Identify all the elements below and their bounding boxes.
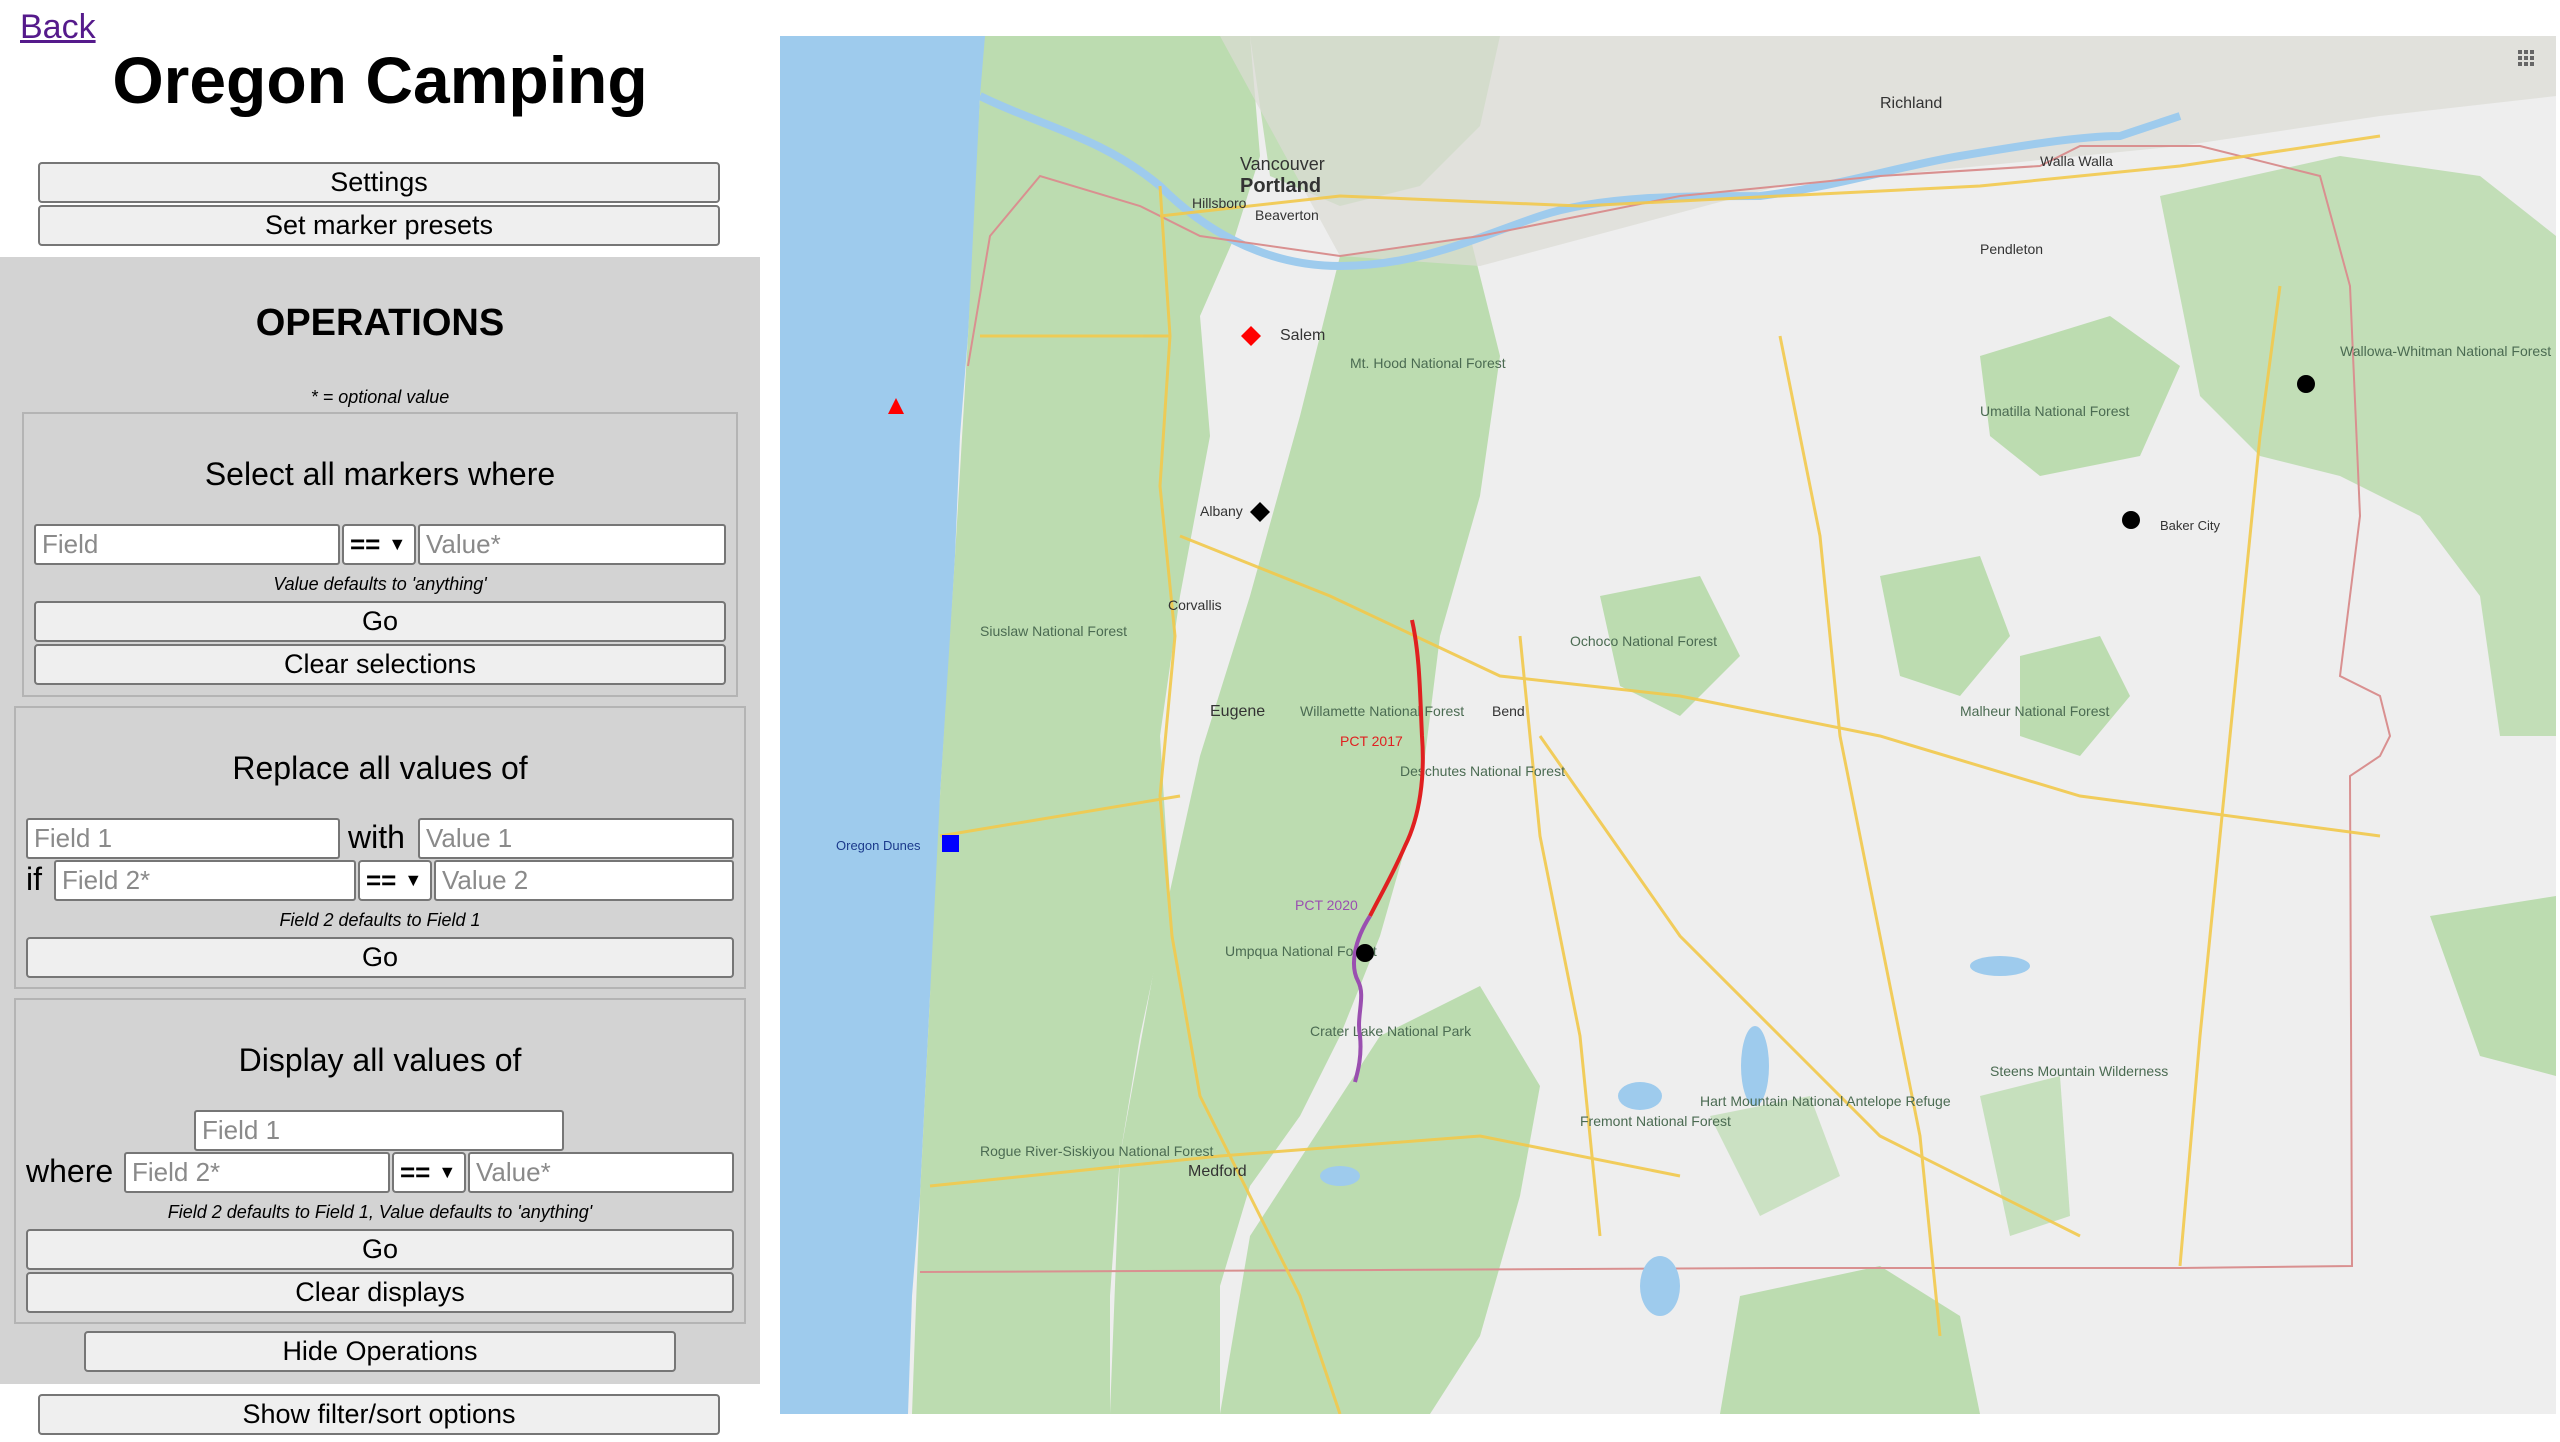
operations-title: OPERATIONS (255, 302, 505, 344)
label-corvallis: Corvallis (1168, 597, 1222, 613)
label-portland: Portland (1240, 175, 1321, 197)
clear-displays-button[interactable]: Clear displays (26, 1272, 734, 1313)
select-go-button[interactable]: Go (34, 601, 726, 642)
select-note: Value defaults to 'anything' (273, 574, 487, 594)
label-deschutes: Deschutes National Forest (1400, 763, 1565, 779)
oregon-dunes-label: Oregon Dunes (836, 838, 921, 853)
where-label: where (26, 1153, 114, 1189)
select-value-input[interactable] (418, 524, 726, 565)
label-crater-lake: Crater Lake National Park (1310, 1023, 1472, 1039)
replace-value2-input[interactable] (434, 860, 734, 901)
display-field1-input[interactable] (194, 1110, 564, 1151)
label-salem: Salem (1280, 327, 1325, 344)
label-umatilla: Umatilla National Forest (1980, 403, 2129, 419)
label-beaverton: Beaverton (1255, 207, 1319, 223)
replace-note: Field 2 defaults to Field 1 (279, 910, 481, 930)
replace-operator-dropdown[interactable]: == ▼ (358, 860, 432, 901)
with-label: with (348, 819, 405, 855)
set-marker-presets-button[interactable]: Set marker presets (38, 205, 720, 246)
chevron-down-icon: ▼ (388, 534, 407, 554)
label-willamette: Willamette National Forest (1300, 703, 1464, 719)
label-vancouver: Vancouver (1240, 154, 1325, 174)
display-value-input[interactable] (468, 1152, 734, 1193)
pct-2017-label: PCT 2017 (1340, 733, 1403, 749)
select-field-input[interactable] (34, 524, 340, 565)
marker-blue-square[interactable] (942, 835, 959, 852)
marker-black-circle-2[interactable] (2122, 511, 2140, 529)
replace-field2-input[interactable] (54, 860, 356, 901)
replace-field1-input[interactable] (26, 818, 340, 859)
marker-black-circle-1[interactable] (2297, 375, 2315, 393)
sidebar: Back Oregon Camping Settings Set marker … (0, 0, 770, 1442)
label-pendleton: Pendleton (1980, 241, 2043, 257)
display-go-button[interactable]: Go (26, 1229, 734, 1270)
chevron-down-icon: ▼ (438, 1162, 457, 1182)
display-note: Field 2 defaults to Field 1, Value defau… (167, 1202, 593, 1222)
display-panel-title: Display all values of (238, 1042, 522, 1078)
settings-button[interactable]: Settings (38, 162, 720, 203)
chevron-down-icon: ▼ (404, 870, 423, 890)
label-siuslaw: Siuslaw National Forest (980, 623, 1127, 639)
map-canvas[interactable]: Vancouver Portland Hillsboro Beaverton S… (780, 36, 2556, 1414)
label-hart-mountain: Hart Mountain National Antelope Refuge (1700, 1093, 1951, 1109)
label-rogue: Rogue River-Siskiyou National Forest (980, 1143, 1214, 1159)
label-albany: Albany (1200, 503, 1243, 519)
page-title: Oregon Camping (112, 43, 648, 117)
clear-selections-button[interactable]: Clear selections (34, 644, 726, 685)
replace-go-button[interactable]: Go (26, 937, 734, 978)
if-label: if (26, 861, 42, 897)
display-field2-input[interactable] (124, 1152, 390, 1193)
pct-2020-label: PCT 2020 (1295, 897, 1358, 913)
operator-value: == (366, 865, 397, 895)
label-mt-hood: Mt. Hood National Forest (1350, 355, 1506, 371)
display-operator-dropdown[interactable]: == ▼ (392, 1152, 466, 1193)
replace-panel-title: Replace all values of (232, 750, 528, 786)
optional-note: * = optional value (310, 387, 450, 407)
label-malheur: Malheur National Forest (1960, 703, 2110, 719)
label-ochoco: Ochoco National Forest (1570, 633, 1717, 649)
label-richland: Richland (1880, 95, 1942, 112)
operator-value: == (350, 529, 381, 559)
label-hillsboro: Hillsboro (1192, 195, 1247, 211)
label-eugene: Eugene (1210, 703, 1265, 720)
label-medford: Medford (1188, 1163, 1247, 1180)
marker-black-circle-3[interactable] (1356, 944, 1374, 962)
label-fremont: Fremont National Forest (1580, 1113, 1731, 1129)
show-filter-sort-button[interactable]: Show filter/sort options (38, 1394, 720, 1435)
hide-operations-button[interactable]: Hide Operations (84, 1331, 676, 1372)
select-operator-dropdown[interactable]: == ▼ (342, 524, 416, 565)
apps-grid-icon[interactable] (2518, 50, 2534, 66)
label-bend: Bend (1492, 703, 1525, 719)
label-steens: Steens Mountain Wilderness (1990, 1063, 2168, 1079)
map[interactable]: Vancouver Portland Hillsboro Beaverton S… (780, 36, 2556, 1414)
label-wallowa: Wallowa-Whitman National Forest (2340, 343, 2551, 359)
select-panel-title: Select all markers where (204, 456, 556, 492)
operator-value: == (400, 1157, 431, 1187)
label-baker-city: Baker City (2160, 518, 2220, 533)
replace-value1-input[interactable] (418, 818, 734, 859)
label-walla-walla: Walla Walla (2040, 153, 2113, 169)
